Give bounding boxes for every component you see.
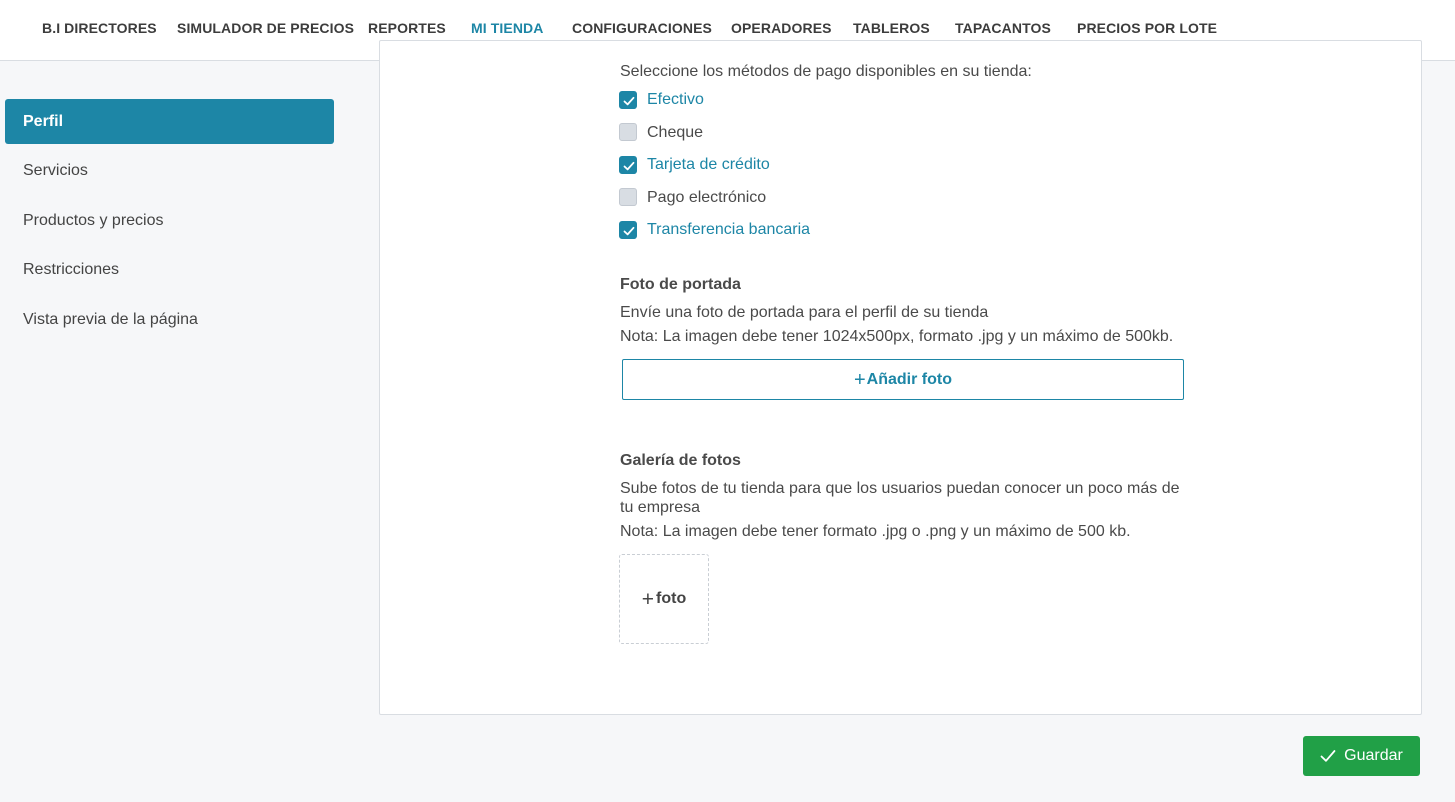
- sidebar-item-servicios[interactable]: Servicios: [5, 148, 334, 193]
- label-efectivo[interactable]: Efectivo: [647, 91, 704, 109]
- add-cover-photo-button[interactable]: + Añadir foto: [622, 359, 1184, 400]
- check-icon: [623, 161, 635, 171]
- cover-photo-note: Nota: La imagen debe tener 1024x500px, f…: [620, 328, 1174, 345]
- checkbox-efectivo[interactable]: [619, 91, 637, 109]
- label-tarjeta-de-credito[interactable]: Tarjeta de crédito: [647, 156, 770, 174]
- save-button[interactable]: Guardar: [1303, 736, 1420, 776]
- tab-bi-directores[interactable]: B.I DIRECTORES: [42, 0, 157, 60]
- plus-icon: +: [641, 587, 655, 611]
- gallery-note: Nota: La imagen debe tener formato .jpg …: [620, 523, 1131, 540]
- checkbox-pago-electronico[interactable]: [619, 188, 637, 206]
- sidebar-item-vista-previa[interactable]: Vista previa de la página: [5, 297, 334, 342]
- cover-photo-heading: Foto de portada: [620, 276, 741, 293]
- label-cheque[interactable]: Cheque: [647, 124, 703, 142]
- add-gallery-photo-button[interactable]: + foto: [619, 554, 709, 644]
- label-pago-electronico[interactable]: Pago electrónico: [647, 189, 766, 207]
- checkbox-tarjeta-de-credito[interactable]: [619, 156, 637, 174]
- payment-methods-prompt: Seleccione los métodos de pago disponibl…: [620, 63, 1032, 80]
- check-icon: [623, 96, 635, 106]
- add-gallery-photo-label: foto: [656, 590, 687, 607]
- sidebar-item-productos-y-precios[interactable]: Productos y precios: [5, 198, 334, 243]
- plus-icon: +: [853, 368, 866, 391]
- checkbox-transferencia-bancaria[interactable]: [619, 221, 637, 239]
- checkbox-cheque[interactable]: [619, 123, 637, 141]
- tab-simulador-de-precios[interactable]: SIMULADOR DE PRECIOS: [177, 0, 354, 60]
- save-button-label: Guardar: [1344, 747, 1403, 764]
- gallery-heading: Galería de fotos: [620, 452, 741, 469]
- check-icon: [623, 226, 635, 236]
- label-transferencia-bancaria[interactable]: Transferencia bancaria: [647, 221, 810, 239]
- gallery-description-line1: Sube fotos de tu tienda para que los usu…: [620, 480, 1180, 497]
- sidebar-item-restricciones[interactable]: Restricciones: [5, 247, 334, 292]
- checkmark-icon: [1320, 750, 1336, 762]
- cover-photo-description: Envíe una foto de portada para el perfil…: [620, 304, 989, 321]
- gallery-description-line2: tu empresa: [620, 499, 701, 516]
- sidebar-item-perfil[interactable]: Perfil: [5, 99, 334, 144]
- add-cover-photo-label: Añadir foto: [866, 370, 952, 388]
